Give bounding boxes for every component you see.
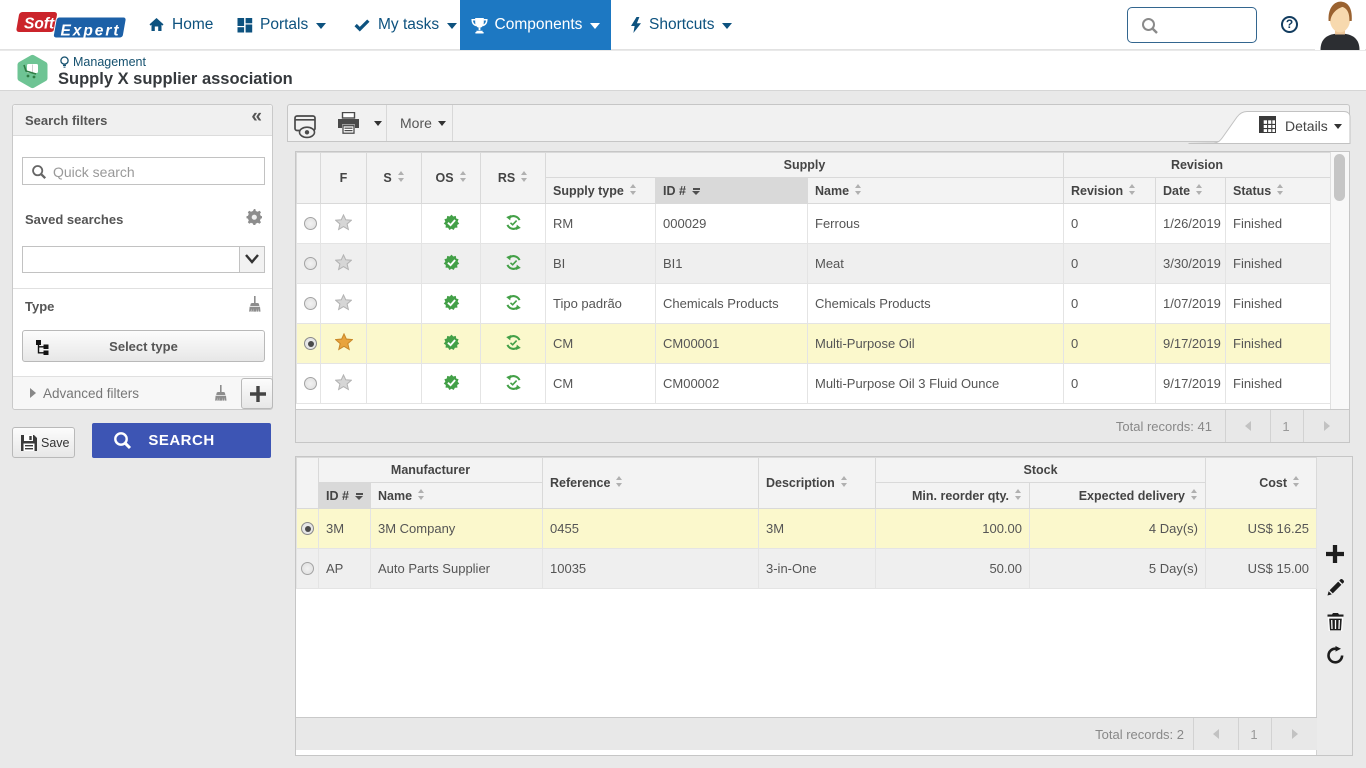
- svg-text:Soft: Soft: [24, 16, 55, 33]
- svg-text:Expert: Expert: [61, 23, 120, 40]
